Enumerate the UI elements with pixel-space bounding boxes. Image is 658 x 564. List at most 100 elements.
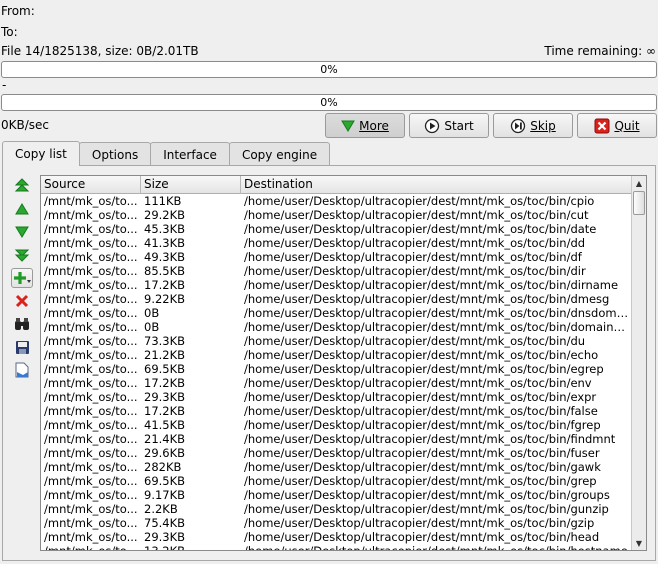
quit-button[interactable]: Quit [577,113,657,138]
source-cell: /mnt/mk_os/to... [44,306,138,320]
to-label: To: [1,25,18,39]
table-row[interactable]: /mnt/mk_os/to... 13.2KB/home/user/Desktop… [41,544,632,551]
table-row[interactable]: /mnt/mk_os/to... 17.2KB/home/user/Desktop… [41,278,632,292]
move-up-button[interactable] [12,199,32,219]
size-cell: 17.2KB [144,376,186,390]
size-cell: 0B [144,320,160,334]
size-cell: 21.4KB [144,432,186,446]
tab-interface[interactable]: Interface [150,142,230,166]
search-button[interactable] [12,314,32,334]
destination-cell: /home/user/Desktop/ultracopier/dest/mnt/… [244,530,600,544]
table-row[interactable]: /mnt/mk_os/to... 0B/home/user/Desktop/ult… [41,320,632,334]
destination-cell: /home/user/Desktop/ultracopier/dest/mnt/… [244,236,586,250]
table-row[interactable]: /mnt/mk_os/to... 29.6KB/home/user/Desktop… [41,446,632,460]
size-cell: 69.5KB [144,474,186,488]
table-row[interactable]: /mnt/mk_os/to... 111KB/home/user/Desktop/… [41,194,632,208]
destination-cell: /home/user/Desktop/ultracopier/dest/mnt/… [244,306,630,320]
size-cell: 29.2KB [144,208,186,222]
table-row[interactable]: /mnt/mk_os/to... 2.2KB/home/user/Desktop/… [41,502,632,516]
column-header-source[interactable]: Source [41,176,141,194]
table-row[interactable]: /mnt/mk_os/to... 73.3KB/home/user/Desktop… [41,334,632,348]
destination-cell: /home/user/Desktop/ultracopier/dest/mnt/… [244,278,619,292]
save-icon [15,340,29,354]
tab-options[interactable]: Options [78,142,152,166]
move-top-button[interactable] [12,176,32,196]
size-cell: 13.2KB [144,544,186,551]
skip-button[interactable]: Skip [493,113,573,138]
source-cell: /mnt/mk_os/to... [44,278,138,292]
table-row[interactable]: /mnt/mk_os/to... 0B/home/user/Desktop/ult… [41,306,632,320]
destination-cell: /home/user/Desktop/ultracopier/dest/mnt/… [244,194,595,208]
source-cell: /mnt/mk_os/to... [44,432,138,446]
table-row[interactable]: /mnt/mk_os/to... 49.3KB/home/user/Desktop… [41,250,632,264]
destination-cell: /home/user/Desktop/ultracopier/dest/mnt/… [244,222,597,236]
table-row[interactable]: /mnt/mk_os/to... 29.2KB/home/user/Desktop… [41,208,632,222]
column-header-destination[interactable]: Destination [241,176,632,194]
source-cell: /mnt/mk_os/to... [44,488,138,502]
table-row[interactable]: /mnt/mk_os/to... 41.3KB/home/user/Desktop… [41,236,632,250]
transfer-speed: 0KB/sec [1,118,50,132]
size-cell: 69.5KB [144,362,186,376]
size-cell: 29.3KB [144,530,186,544]
move-down-button[interactable] [12,222,32,242]
scroll-up-arrow-icon[interactable]: ▲ [632,176,646,190]
save-button[interactable] [12,337,32,357]
table-row[interactable]: /mnt/mk_os/to... 69.5KB/home/user/Desktop… [41,474,632,488]
table-row[interactable]: /mnt/mk_os/to... 45.3KB/home/user/Desktop… [41,222,632,236]
size-cell: 2.2KB [144,502,178,516]
table-row[interactable]: /mnt/mk_os/to... 17.2KB/home/user/Desktop… [41,404,632,418]
move-bottom-icon [14,249,30,262]
table-row[interactable]: /mnt/mk_os/to... 17.2KB/home/user/Desktop… [41,376,632,390]
table-row[interactable]: /mnt/mk_os/to... 41.5KB/home/user/Desktop… [41,418,632,432]
current-file-separator: - [2,78,7,92]
table-row[interactable]: /mnt/mk_os/to... 9.17KB/home/user/Desktop… [41,488,632,502]
scrollbar-thumb[interactable] [633,191,645,215]
scroll-down-arrow-icon[interactable]: ▼ [632,536,646,550]
destination-cell: /home/user/Desktop/ultracopier/dest/mnt/… [244,474,597,488]
destination-cell: /home/user/Desktop/ultracopier/dest/mnt/… [244,362,604,376]
table-row[interactable]: /mnt/mk_os/to... 21.2KB/home/user/Desktop… [41,348,632,362]
size-cell: 49.3KB [144,250,186,264]
destination-cell: /home/user/Desktop/ultracopier/dest/mnt/… [244,418,601,432]
start-button[interactable]: Start [409,113,489,138]
destination-cell: /home/user/Desktop/ultracopier/dest/mnt/… [244,544,628,551]
tab-copy-engine[interactable]: Copy engine [228,142,331,166]
close-icon [594,118,610,133]
import-icon [15,362,29,378]
table-row[interactable]: /mnt/mk_os/to... 85.5KB/home/user/Desktop… [41,264,632,278]
size-cell: 73.3KB [144,334,186,348]
size-cell: 21.2KB [144,348,186,362]
source-cell: /mnt/mk_os/to... [44,222,138,236]
source-cell: /mnt/mk_os/to... [44,516,138,530]
import-button[interactable] [12,360,32,380]
copy-list-table[interactable]: Source Size Destination /mnt/mk_os/to...… [40,175,647,551]
size-cell: 282KB [144,460,182,474]
source-cell: /mnt/mk_os/to... [44,208,138,222]
table-row[interactable]: /mnt/mk_os/to... 9.22KB/home/user/Desktop… [41,292,632,306]
size-cell: 29.3KB [144,390,186,404]
play-icon [425,118,440,133]
move-bottom-button[interactable] [12,245,32,265]
table-row[interactable]: /mnt/mk_os/to... 282KB/home/user/Desktop/… [41,460,632,474]
delete-button[interactable] [12,291,32,311]
destination-cell: /home/user/Desktop/ultracopier/dest/mnt/… [244,320,630,334]
size-cell: 17.2KB [144,404,186,418]
vertical-scrollbar[interactable]: ▲ ▼ [631,176,646,550]
source-cell: /mnt/mk_os/to... [44,250,138,264]
destination-cell: /home/user/Desktop/ultracopier/dest/mnt/… [244,390,597,404]
table-row[interactable]: /mnt/mk_os/to... 75.4KB/home/user/Desktop… [41,516,632,530]
size-cell: 9.22KB [144,292,186,306]
table-row[interactable]: /mnt/mk_os/to... 29.3KB/home/user/Desktop… [41,390,632,404]
source-cell: /mnt/mk_os/to... [44,530,138,544]
table-row[interactable]: /mnt/mk_os/to... 69.5KB/home/user/Desktop… [41,362,632,376]
table-row[interactable]: /mnt/mk_os/to... 29.3KB/home/user/Desktop… [41,530,632,544]
source-cell: /mnt/mk_os/to... [44,404,138,418]
more-button[interactable]: More [325,113,405,138]
column-header-size[interactable]: Size [141,176,241,194]
table-row[interactable]: /mnt/mk_os/to... 21.4KB/home/user/Desktop… [41,432,632,446]
tab-copy-list[interactable]: Copy list [2,141,80,166]
destination-cell: /home/user/Desktop/ultracopier/dest/mnt/… [244,376,592,390]
source-cell: /mnt/mk_os/to... [44,474,138,488]
add-button[interactable] [11,268,33,288]
binoculars-icon [15,318,29,330]
